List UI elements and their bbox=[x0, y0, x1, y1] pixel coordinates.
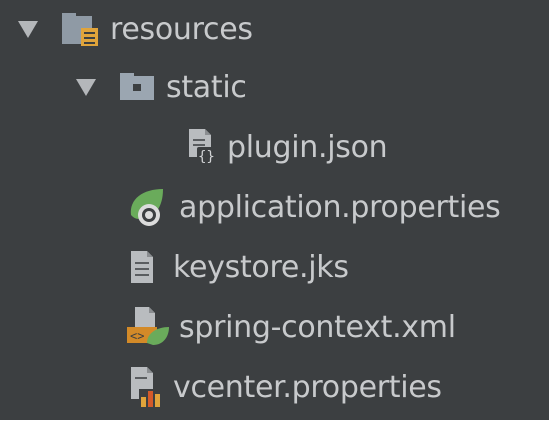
tree-item-label: application.properties bbox=[179, 189, 501, 225]
resources-folder-icon bbox=[62, 13, 98, 46]
tree-item-plugin-json[interactable]: {} plugin.json bbox=[185, 118, 388, 176]
tree-item-application-properties[interactable]: application.properties bbox=[125, 178, 501, 236]
tree-item-label: spring-context.xml bbox=[179, 309, 456, 345]
svg-text:{}: {} bbox=[198, 149, 215, 165]
expand-arrow-icon[interactable] bbox=[18, 20, 38, 38]
tree-item-label: static bbox=[166, 69, 247, 105]
tree-item-label: plugin.json bbox=[227, 129, 388, 165]
tree-item-resources[interactable]: resources bbox=[18, 0, 253, 58]
svg-text:<>: <> bbox=[130, 329, 144, 343]
text-file-icon bbox=[131, 251, 153, 283]
json-file-icon: {} bbox=[189, 129, 217, 165]
spring-xml-icon: <> bbox=[127, 307, 169, 345]
tree-item-static[interactable]: static bbox=[76, 58, 247, 116]
project-tree: resources static {} plugin.json applicat… bbox=[0, 0, 549, 420]
tree-item-label: keystore.jks bbox=[173, 249, 349, 285]
tree-item-spring-context-xml[interactable]: <> spring-context.xml bbox=[125, 298, 456, 356]
tree-item-label: resources bbox=[110, 11, 253, 47]
tree-item-vcenter-properties[interactable]: vcenter.properties bbox=[125, 358, 442, 416]
folder-icon bbox=[120, 73, 154, 100]
tree-item-label: vcenter.properties bbox=[173, 369, 442, 405]
tree-item-keystore-jks[interactable]: keystore.jks bbox=[125, 238, 349, 296]
properties-file-icon bbox=[131, 367, 163, 407]
expand-arrow-icon[interactable] bbox=[76, 78, 96, 96]
spring-properties-icon bbox=[130, 189, 163, 226]
